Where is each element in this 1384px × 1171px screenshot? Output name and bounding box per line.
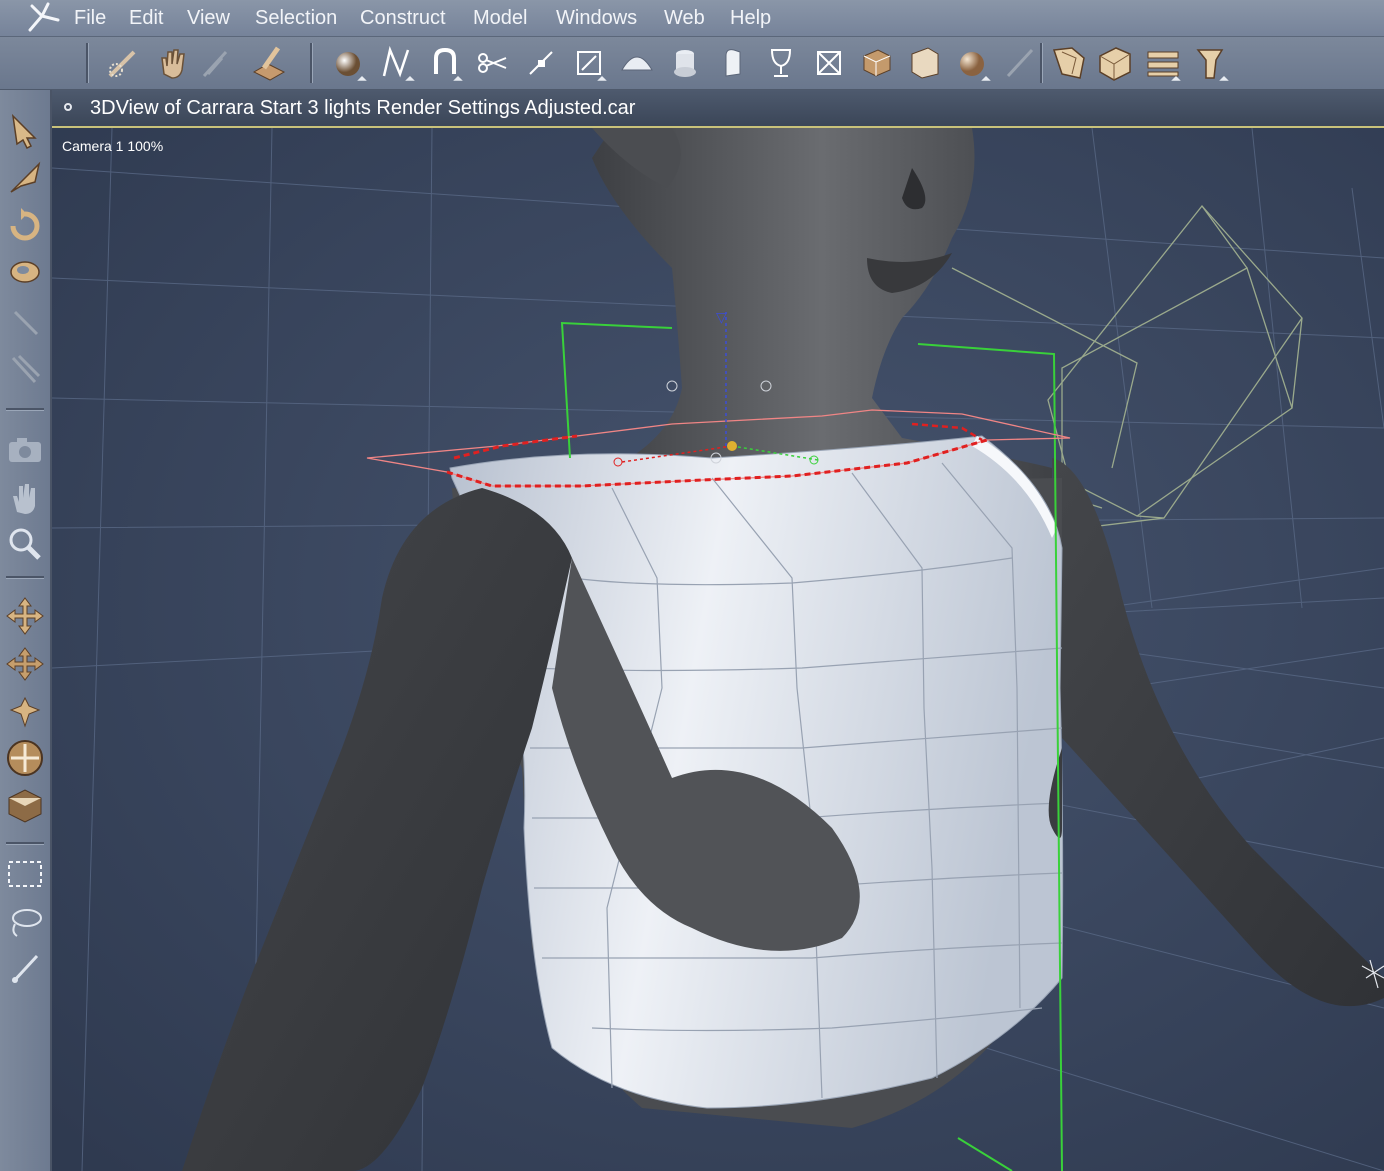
menu-bar: File Edit View Selection Construct Model… <box>0 0 1384 37</box>
selection-arrow-icon[interactable] <box>5 110 45 150</box>
carrara-logo-icon[interactable] <box>22 2 62 34</box>
extrude-icon[interactable] <box>714 44 752 82</box>
menu-construct[interactable]: Construct <box>360 7 446 30</box>
toolbar-separator <box>6 408 44 411</box>
menu-web[interactable]: Web <box>664 7 705 30</box>
dropdown-arrow-icon <box>405 71 415 81</box>
menu-selection[interactable]: Selection <box>255 7 337 30</box>
menu-help[interactable]: Help <box>730 7 771 30</box>
disabled-hand-icon <box>198 44 236 82</box>
top-toolbar <box>0 37 1384 90</box>
bounding-box-icon[interactable] <box>570 44 608 82</box>
dropdown-arrow-icon <box>1171 71 1181 81</box>
dropdown-arrow-icon <box>597 71 607 81</box>
menu-windows[interactable]: Windows <box>556 7 637 30</box>
dropdown-arrow-icon <box>981 71 991 81</box>
shaded-sphere-icon[interactable] <box>954 44 992 82</box>
move-3d-icon[interactable] <box>5 158 45 198</box>
cube-icon[interactable] <box>858 44 896 82</box>
wand-icon <box>5 300 45 340</box>
room-tab-texture-icon[interactable] <box>1192 44 1230 82</box>
rotate-icon[interactable] <box>5 206 45 246</box>
zoom-magnifier-icon[interactable] <box>5 524 45 564</box>
move-plane-icon[interactable] <box>5 644 45 684</box>
folded-box-icon[interactable] <box>906 44 944 82</box>
window-menu-icon[interactable] <box>64 103 72 111</box>
toolbar-separator <box>6 576 44 579</box>
paint-selection-icon[interactable] <box>104 44 142 82</box>
dropdown-arrow-icon <box>357 71 367 81</box>
move-compass-icon[interactable] <box>5 692 45 732</box>
svg-text:▽: ▽ <box>716 309 727 325</box>
shader-brush-icon[interactable] <box>250 44 288 82</box>
brush-stroke-icon <box>1002 44 1040 82</box>
menu-file[interactable]: File <box>74 7 106 30</box>
half-dome-icon[interactable] <box>618 44 656 82</box>
room-tab-model-icon[interactable] <box>1096 44 1134 82</box>
camera-icon <box>5 430 45 470</box>
view-title-bar[interactable]: 3DView of Carrara Start 3 lights Render … <box>52 90 1384 128</box>
scale-point-icon[interactable] <box>522 44 560 82</box>
room-tab-assemble-icon[interactable] <box>1050 44 1088 82</box>
goblet-icon[interactable] <box>762 44 800 82</box>
lasso-select-icon[interactable] <box>5 902 45 942</box>
scale-ring-icon[interactable] <box>5 252 45 292</box>
box-frame-icon[interactable] <box>810 44 848 82</box>
dropdown-arrow-icon <box>453 71 463 81</box>
trackball-icon[interactable] <box>5 738 45 778</box>
link-icon <box>5 348 45 388</box>
pan-hand-icon[interactable] <box>5 478 45 518</box>
menu-view[interactable]: View <box>187 7 230 30</box>
scissors-icon[interactable] <box>474 44 512 82</box>
menu-edit[interactable]: Edit <box>129 7 163 30</box>
render-box-icon[interactable] <box>5 786 45 826</box>
left-toolbar <box>0 90 52 1171</box>
room-tab-storyboard-icon[interactable] <box>1144 44 1182 82</box>
spline-icon[interactable] <box>378 44 416 82</box>
toolbar-separator <box>310 43 313 83</box>
dropdown-arrow-icon <box>1219 71 1229 81</box>
scene-canvas[interactable]: ▽ <box>52 128 1384 1171</box>
toolbar-separator <box>6 842 44 845</box>
menu-model[interactable]: Model <box>473 7 527 30</box>
move-4way-icon[interactable] <box>5 596 45 636</box>
toolbar-separator <box>1040 43 1043 83</box>
magnet-icon[interactable] <box>426 44 464 82</box>
paint-select-icon[interactable] <box>5 948 45 988</box>
3d-viewport[interactable]: ▽ Camera 1 100% <box>52 128 1384 1171</box>
rectangle-select-icon[interactable] <box>5 854 45 894</box>
lathe-icon[interactable] <box>666 44 704 82</box>
toolbar-separator <box>86 43 89 83</box>
pan-hand-icon[interactable] <box>154 44 192 82</box>
camera-label: Camera 1 100% <box>62 138 164 154</box>
view-title: 3DView of Carrara Start 3 lights Render … <box>90 97 636 119</box>
sphere-primitive-icon[interactable] <box>330 44 368 82</box>
3d-view-window: 3DView of Carrara Start 3 lights Render … <box>52 90 1384 1171</box>
